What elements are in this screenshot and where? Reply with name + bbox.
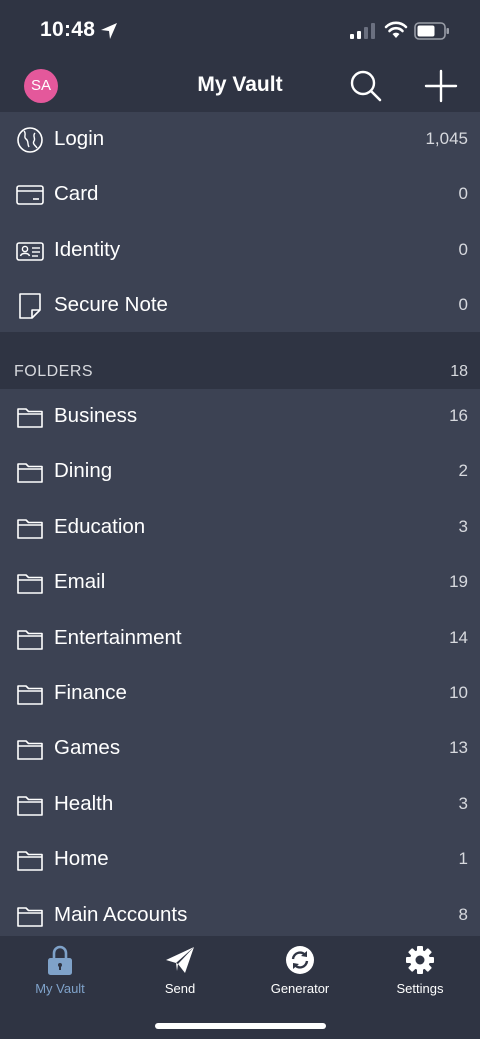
folder-row[interactable]: Email 19	[0, 555, 480, 611]
status-bar: 10:48	[0, 0, 480, 60]
folder-count: 1	[458, 849, 468, 869]
lock-icon	[48, 945, 72, 975]
folder-label: Dining	[54, 459, 113, 483]
folder-count: 14	[449, 627, 468, 647]
folder-label: Home	[54, 847, 109, 871]
folder-label: Business	[54, 404, 138, 427]
tab-send[interactable]: Send	[120, 936, 240, 1006]
tab-settings[interactable]: Settings	[360, 936, 480, 1006]
section-title: FOLDERS	[14, 363, 94, 380]
folder-icon	[17, 574, 43, 594]
item-types-list: Login 1,045 Card 0 Identity 0 Secure Not…	[0, 112, 480, 334]
wifi-icon	[384, 21, 408, 38]
folder-row[interactable]: Business 16	[0, 389, 480, 445]
identity-icon	[16, 241, 44, 261]
search-icon[interactable]	[348, 68, 384, 104]
type-label: Secure Note	[54, 293, 168, 317]
folder-row[interactable]: Health 3	[0, 776, 480, 833]
folder-icon	[17, 629, 43, 650]
folder-count: 3	[458, 516, 468, 536]
folder-label: Education	[54, 514, 146, 538]
folder-label: Email	[54, 570, 106, 594]
folder-count: 19	[449, 572, 468, 592]
type-row-secure-note[interactable]: Secure Note 0	[0, 278, 480, 334]
folder-icon	[17, 795, 43, 816]
folder-row[interactable]: Entertainment 14	[0, 610, 480, 666]
folder-row[interactable]: Education 3	[0, 499, 480, 556]
section-count: 18	[450, 363, 468, 380]
status-time: 10:48	[40, 18, 96, 41]
vault-screen: 10:48 SA My Vault Login 1,045 Card 0 Ide…	[0, 0, 480, 1039]
add-item-icon[interactable]	[423, 68, 459, 104]
folder-count: 13	[449, 738, 468, 758]
folder-label: Main Accounts	[54, 902, 188, 926]
folder-row[interactable]: Dining 2	[0, 444, 480, 500]
type-label: Login	[54, 127, 105, 150]
type-row-login[interactable]: Login 1,045	[0, 112, 480, 168]
tab-generator[interactable]: Generator	[240, 936, 360, 1006]
folder-count: 10	[449, 682, 468, 702]
folder-label: Health	[54, 791, 114, 815]
folder-count: 16	[449, 406, 468, 425]
refresh-icon	[286, 946, 314, 974]
tab-label: Generator	[270, 981, 330, 996]
folder-row[interactable]: Games 13	[0, 721, 480, 777]
folders-section-header: FOLDERS 18	[0, 332, 480, 389]
folder-count: 3	[458, 793, 468, 813]
paper-plane-icon	[166, 947, 194, 973]
folders-list: Business 16 Dining 2 Education 3 Email 1…	[0, 389, 480, 936]
folder-icon	[17, 906, 43, 927]
folder-label: Entertainment	[54, 625, 182, 649]
folder-row[interactable]: Main Accounts 8	[0, 887, 480, 936]
type-row-card[interactable]: Card 0	[0, 167, 480, 223]
battery-icon	[414, 22, 449, 40]
folder-icon	[17, 518, 43, 539]
folder-count: 2	[458, 461, 468, 481]
home-indicator[interactable]	[155, 1023, 326, 1029]
tab-label: My Vault	[35, 981, 85, 996]
page-title: My Vault	[197, 73, 283, 96]
location-arrow-icon	[101, 23, 117, 39]
folder-icon	[17, 851, 43, 871]
folder-label: Games	[54, 736, 121, 760]
nav-header: SA My Vault	[0, 60, 480, 112]
folder-row[interactable]: Finance 10	[0, 665, 480, 722]
type-label: Card	[54, 182, 99, 206]
type-row-identity[interactable]: Identity 0	[0, 222, 480, 279]
folder-icon	[17, 685, 43, 705]
folder-label: Finance	[54, 680, 127, 704]
type-count: 0	[458, 184, 468, 204]
folder-icon	[17, 463, 43, 484]
account-avatar[interactable]: SA	[24, 69, 58, 103]
type-count: 0	[458, 239, 468, 259]
folder-icon	[17, 408, 43, 428]
tab-my-vault[interactable]: My Vault	[0, 936, 120, 1006]
folder-icon	[17, 740, 43, 761]
gear-icon	[406, 946, 434, 974]
folder-count: 8	[458, 904, 468, 924]
tab-label: Settings	[396, 981, 444, 996]
type-count: 1,045	[425, 129, 468, 148]
type-label: Identity	[54, 237, 121, 261]
tab-label: Send	[164, 981, 196, 996]
note-icon	[19, 293, 41, 319]
folder-row[interactable]: Home 1	[0, 832, 480, 888]
cellular-signal-icon	[350, 23, 375, 39]
type-count: 0	[458, 295, 468, 315]
card-icon	[16, 185, 44, 206]
globe-icon	[17, 127, 43, 153]
